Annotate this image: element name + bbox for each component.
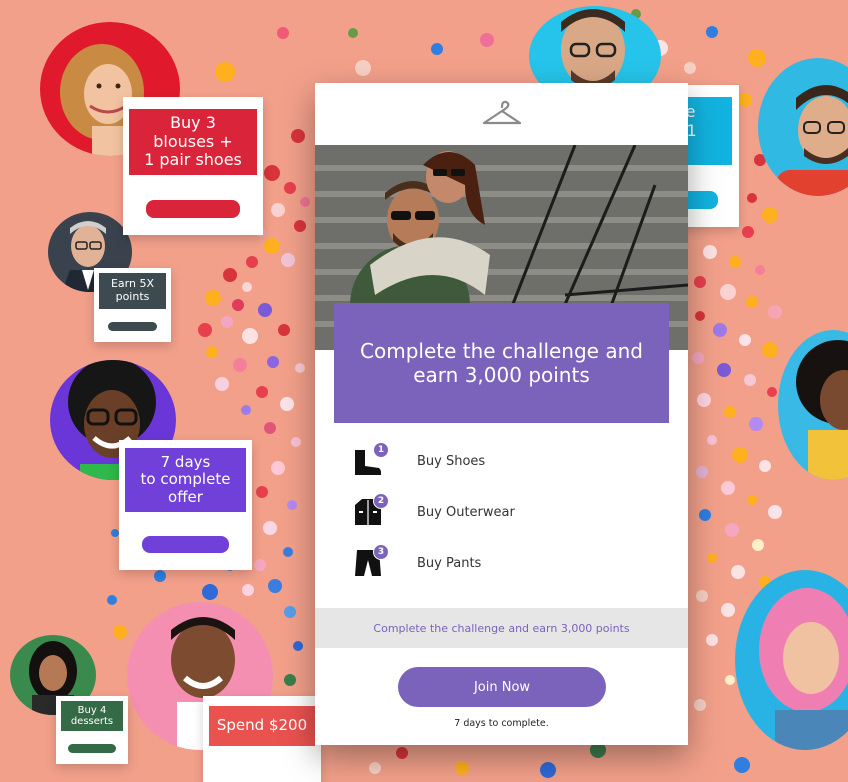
boot-icon: 1 <box>351 442 389 478</box>
offer-earn5x-label: Earn 5X points <box>99 273 166 309</box>
task-label-pants: Buy Pants <box>417 555 482 571</box>
task-badge-3: 3 <box>373 544 389 560</box>
offer-earn5x-button[interactable] <box>108 322 157 331</box>
task-item-outerwear[interactable]: 2 Buy Outerwear <box>351 493 651 530</box>
join-now-button[interactable]: Join Now <box>398 667 606 707</box>
offer-desserts-button[interactable] <box>68 744 116 753</box>
task-badge-2: 2 <box>373 493 389 509</box>
offer-card-blouses[interactable]: Buy 3 blouses + 1 pair shoes <box>123 97 263 235</box>
hanger-icon <box>482 100 522 125</box>
task-badge-1: 1 <box>373 442 389 458</box>
promo-scene: Buy 3 blouses + 1 pair shoes rge + 1 e E… <box>0 0 848 782</box>
offer-blouses-button[interactable] <box>146 200 240 218</box>
offer-card-spend[interactable]: Spend $200 <box>203 696 321 782</box>
duration-footnote: 7 days to complete. <box>454 718 549 729</box>
offer-card-seven-days[interactable]: 7 days to complete offer <box>119 440 252 570</box>
challenge-title: Complete the challenge and earn 3,000 po… <box>334 303 669 423</box>
challenge-card: Complete the challenge and earn 3,000 po… <box>315 83 688 745</box>
task-label-shoes: Buy Shoes <box>417 453 486 469</box>
offer-blouses-label: Buy 3 blouses + 1 pair shoes <box>129 109 257 175</box>
pants-icon: 3 <box>351 544 389 580</box>
offer-card-desserts[interactable]: Buy 4 desserts <box>56 696 128 764</box>
offer-seven-days-button[interactable] <box>142 536 229 553</box>
task-item-shoes[interactable]: 1 Buy Shoes <box>351 442 651 479</box>
offer-seven-days-label: 7 days to complete offer <box>125 448 246 512</box>
task-label-outerwear: Buy Outerwear <box>417 504 515 520</box>
offer-spend-label: Spend $200 <box>209 706 315 746</box>
jacket-icon: 2 <box>351 493 389 529</box>
task-item-pants[interactable]: 3 Buy Pants <box>351 544 651 581</box>
offer-desserts-label: Buy 4 desserts <box>61 701 123 731</box>
offer-card-earn5x[interactable]: Earn 5X points <box>94 268 171 342</box>
challenge-info-bar: Complete the challenge and earn 3,000 po… <box>315 608 688 648</box>
